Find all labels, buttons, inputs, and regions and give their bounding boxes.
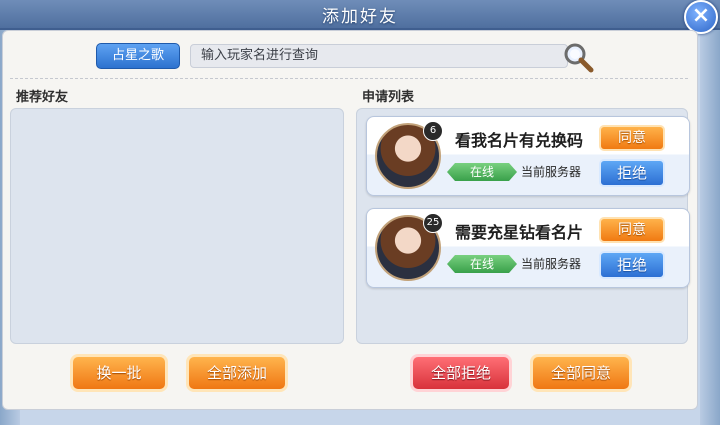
- window-title: 添加好友: [322, 7, 398, 27]
- add-all-button[interactable]: 全部添加: [186, 354, 288, 392]
- request-card: 6 看我名片有兑换码 在线 当前服务器 同意 拒绝: [366, 116, 690, 196]
- reject-button[interactable]: 拒绝: [599, 159, 665, 187]
- search-input[interactable]: 输入玩家名进行查询: [190, 44, 568, 68]
- right-decoration: [700, 0, 720, 425]
- refresh-button[interactable]: 换一批: [70, 354, 168, 392]
- server-select-button[interactable]: 占星之歌: [96, 43, 180, 69]
- title-bar: 添加好友: [0, 0, 720, 30]
- accept-button[interactable]: 同意: [599, 217, 665, 243]
- online-status-badge: 在线: [447, 163, 517, 181]
- recommended-list: [10, 108, 344, 344]
- accept-button[interactable]: 同意: [599, 125, 665, 151]
- search-icon[interactable]: [561, 40, 595, 74]
- request-card: 25 需要充星钻看名片 在线 当前服务器 同意 拒绝: [366, 208, 690, 288]
- server-text: 当前服务器: [521, 165, 582, 179]
- level-badge: 6: [423, 121, 443, 141]
- reject-button[interactable]: 拒绝: [599, 251, 665, 279]
- player-name: 需要充星钻看名片: [455, 223, 584, 242]
- requests-label: 申请列表: [362, 90, 415, 105]
- server-text: 当前服务器: [521, 257, 582, 271]
- close-button[interactable]: ×: [684, 0, 718, 34]
- online-status-badge: 在线: [447, 255, 517, 273]
- reject-all-button[interactable]: 全部拒绝: [410, 354, 512, 392]
- accept-all-button[interactable]: 全部同意: [530, 354, 632, 392]
- close-icon: ×: [691, 3, 711, 28]
- recommended-label: 推荐好友: [16, 90, 69, 105]
- level-badge: 25: [423, 213, 443, 233]
- divider: [10, 78, 688, 79]
- player-name: 看我名片有兑换码: [455, 131, 584, 150]
